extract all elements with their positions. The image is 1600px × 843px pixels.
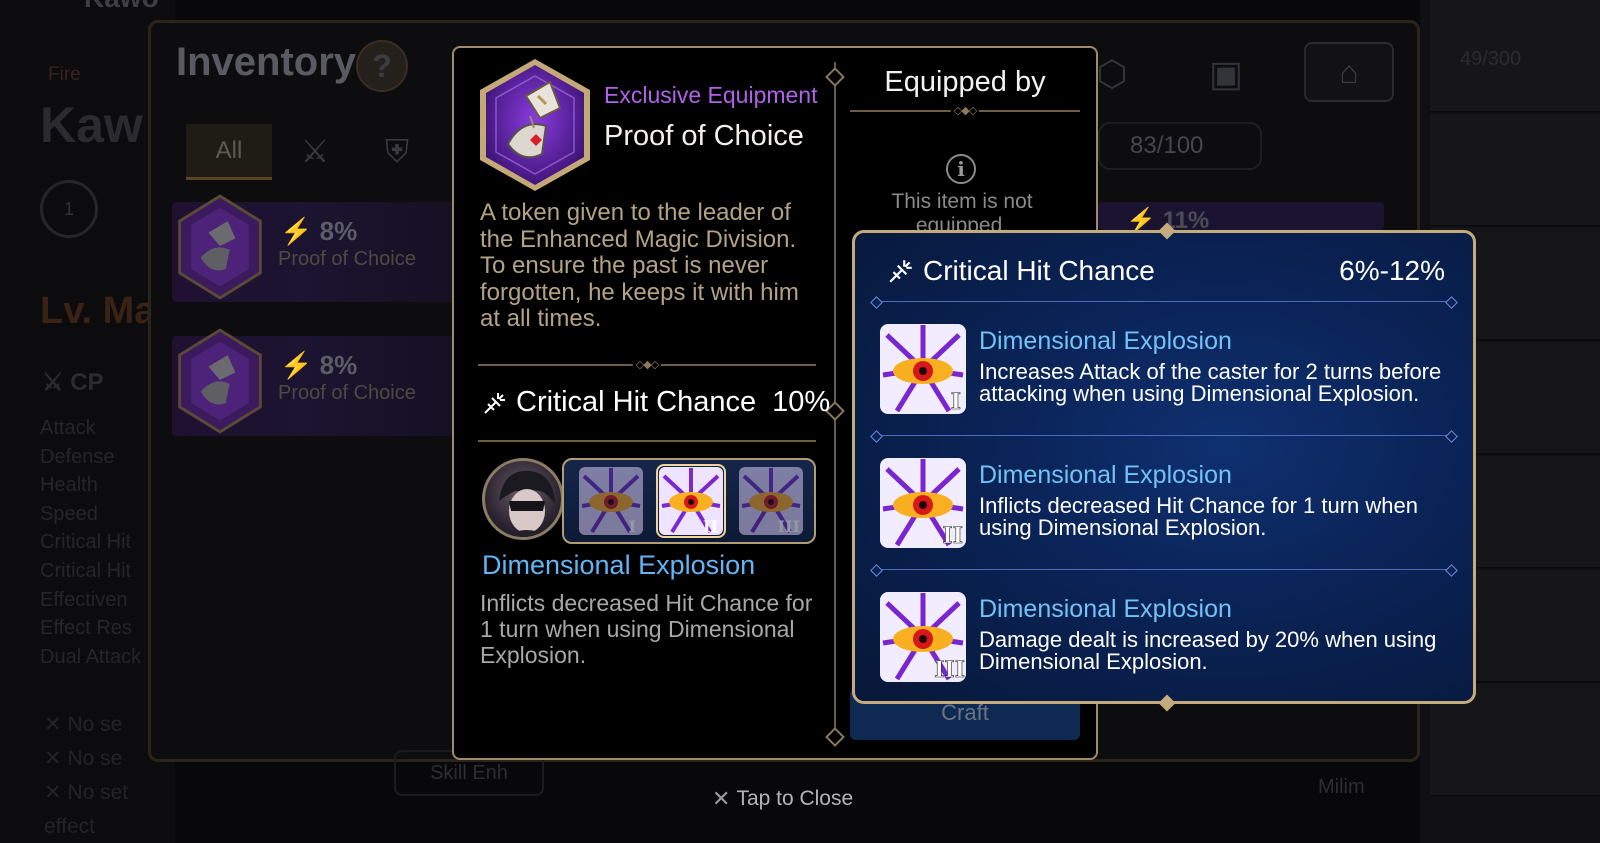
stat-label: Effect Res [40,617,132,640]
ornament-divider: ◇◆◇ [478,359,816,371]
stat-label: Attack [40,417,96,439]
stat-value: 10% [772,386,831,418]
weapon-tab-icon[interactable]: ⚔ [290,126,340,176]
proof-of-choice-icon [178,194,262,300]
equipment-type: Exclusive Equipment [604,82,818,108]
storage-button[interactable]: ⌂ [1304,42,1394,102]
tooltip-stat: Critical Hit Chance [887,255,1155,287]
game-screen: Kawo Fire Kaw 1 Lv. Ma ⚔ CP Attack Defen… [0,0,1600,843]
item-stat: ⚡ 8% [280,350,358,380]
skill-level-label: I [951,389,961,415]
armor-tab-icon[interactable]: ⛨ [372,126,422,176]
divider-ornament [825,67,845,87]
inventory-item-partial[interactable]: ⚡ 11% [1098,202,1384,234]
equipped-by-title: Equipped by [884,66,1046,98]
tooltip-skill-desc: Increases Attack of the caster for 2 tur… [979,359,1442,406]
tooltip-skill-entry: III Dimensional Explosion Damage dealt i… [879,591,1459,691]
stat-label: Speed [40,502,98,525]
stat-label: Critical Hit [40,559,132,582]
tooltip-stat-name: Critical Hit Chance [923,255,1155,286]
inventory-title: Inventory [176,40,357,84]
tooltip-skill-desc: Damage dealt is increased by 20% when us… [979,627,1437,674]
close-hint-label: Tap to Close [736,787,854,810]
stat-label: Defense [40,445,115,468]
character-avatar [482,458,564,540]
skill-name: Dimensional Explosion [482,550,756,580]
skill-level-label: III [778,517,800,536]
crit-hit-icon [484,392,505,414]
proof-of-choice-icon [480,59,590,191]
dimensional-explosion-skill-icon: II [880,458,966,549]
dimensional-explosion-skill-icon: III [880,592,966,683]
item-stat: ⚡ 8% [280,216,358,246]
skill-level-label: III [934,657,965,683]
capacity-text: 83/100 [1130,132,1204,159]
character-portrait-icon [499,470,555,537]
storage-icon: ⌂ [1339,54,1359,90]
stat-label: Dual Attack [40,645,142,668]
tooltip-skill-desc: Inflicts decreased Hit Chance for 1 turn… [979,493,1419,540]
tooltip-skill-name: Dimensional Explosion [979,595,1232,623]
ornament-divider: ◇◆◇ [850,105,1080,117]
tooltip-skill-name: Dimensional Explosion [979,327,1232,355]
tooltip-divider [875,435,1453,436]
item-name: Proof of Choice [278,382,416,404]
help-button[interactable]: ? [356,40,408,92]
divider-ornament [825,727,845,747]
panel-divider [825,62,845,747]
skill-selector: I II III [482,458,818,544]
milim-label: Milim [1318,776,1365,798]
affection-icon: 1 [40,180,98,238]
proof-of-choice-icon [178,328,262,434]
tooltip-skill-name: Dimensional Explosion [979,461,1232,489]
chest-icon[interactable]: ▣ [1196,44,1256,104]
skill-level-label: I [629,517,636,536]
ornament-line [478,440,816,442]
equipment-stat: Critical Hit Chance 10% [482,386,830,419]
item-name: Proof of Choice [278,248,416,270]
inventory-item[interactable]: ⚡ 8% Proof of Choice [172,194,462,302]
tooltip-divider [875,301,1453,302]
level-label: Lv. Ma [40,290,156,332]
inventory-item[interactable]: ⚡ 8% Proof of Choice [172,328,462,436]
stat-label: Effectiven [40,588,128,611]
roster-portrait[interactable] [1430,114,1600,226]
stat-range-tooltip: Critical Hit Chance 6%-12% I Dimensional… [852,222,1476,712]
character-name: Kaw [40,97,143,153]
skill-level-box: I II III [562,458,816,544]
crit-hit-icon [889,260,912,283]
capacity-counter: 83/100 [1098,122,1262,170]
bg-character-name-top: Kawo [84,0,159,14]
cp-label: ⚔ CP [42,369,104,396]
skill-level-label: II [703,517,718,536]
dimensional-explosion-skill-icon: I [880,324,966,415]
dimensional-explosion-skill-icon[interactable]: II [656,464,726,538]
close-icon: ✕ [712,786,731,811]
skill-level-label: II [942,523,963,549]
tap-to-close[interactable]: ✕ Tap to Close [712,786,853,812]
tooltip-skill-entry: II Dimensional Explosion Inflicts decrea… [879,457,1459,557]
equipment-name: Proof of Choice [604,120,804,152]
tooltip-skill-entry: I Dimensional Explosion Increases Attack… [879,323,1459,423]
set-effect: ✕ No set effect [44,781,129,838]
tooltip-divider [875,569,1453,570]
dimensional-explosion-skill-icon[interactable]: III [738,466,804,536]
item-count: 49/300 [1460,48,1522,70]
dimensional-explosion-skill-icon[interactable]: I [578,466,644,536]
stat-list: Attack Defense Health Speed Critical Hit… [40,414,141,671]
equipment-description: A token given to the leader of the Enhan… [480,199,799,332]
tab-all[interactable]: All [186,124,272,180]
stat-label: Health [40,474,98,497]
skill-description: Inflicts decreased Hit Chance for 1 turn… [480,590,813,668]
tooltip-stat-range: 6%-12% [1339,255,1445,286]
stat-name: Critical Hit Chance [516,386,757,418]
stat-label: Critical Hit [40,531,132,554]
info-icon: i [946,154,976,184]
element-label: Fire [48,64,81,85]
